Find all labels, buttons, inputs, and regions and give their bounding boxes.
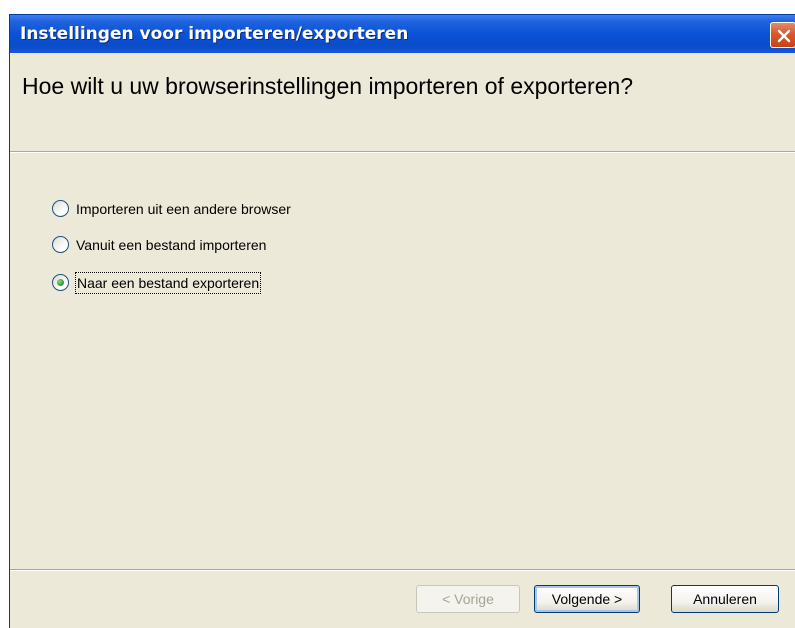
close-button[interactable] — [770, 22, 795, 48]
option-label: Vanuit een bestand importeren — [76, 237, 267, 253]
page-title: Hoe wilt u uw browserinstellingen import… — [22, 73, 634, 99]
radio-selected-dot — [57, 279, 64, 286]
next-button[interactable]: Volgende > — [534, 585, 640, 613]
radio-button-unselected[interactable] — [52, 236, 69, 253]
cancel-button[interactable]: Annuleren — [671, 585, 779, 613]
radio-button-selected[interactable] — [52, 274, 69, 291]
header-divider — [10, 151, 795, 153]
close-icon — [777, 29, 791, 43]
title-bar[interactable]: Instellingen voor importeren/exporteren — [10, 15, 795, 53]
option-label: Naar een bestand exporteren — [74, 272, 262, 294]
back-button[interactable]: < Vorige — [416, 585, 520, 613]
option-label: Importeren uit een andere browser — [76, 201, 291, 217]
import-export-dialog: Instellingen voor importeren/exporteren … — [9, 14, 795, 628]
wizard-header: Hoe wilt u uw browserinstellingen import… — [10, 53, 795, 151]
window-title: Instellingen voor importeren/exporteren — [20, 24, 409, 44]
radio-button-unselected[interactable] — [52, 200, 69, 217]
footer-divider — [10, 569, 795, 571]
